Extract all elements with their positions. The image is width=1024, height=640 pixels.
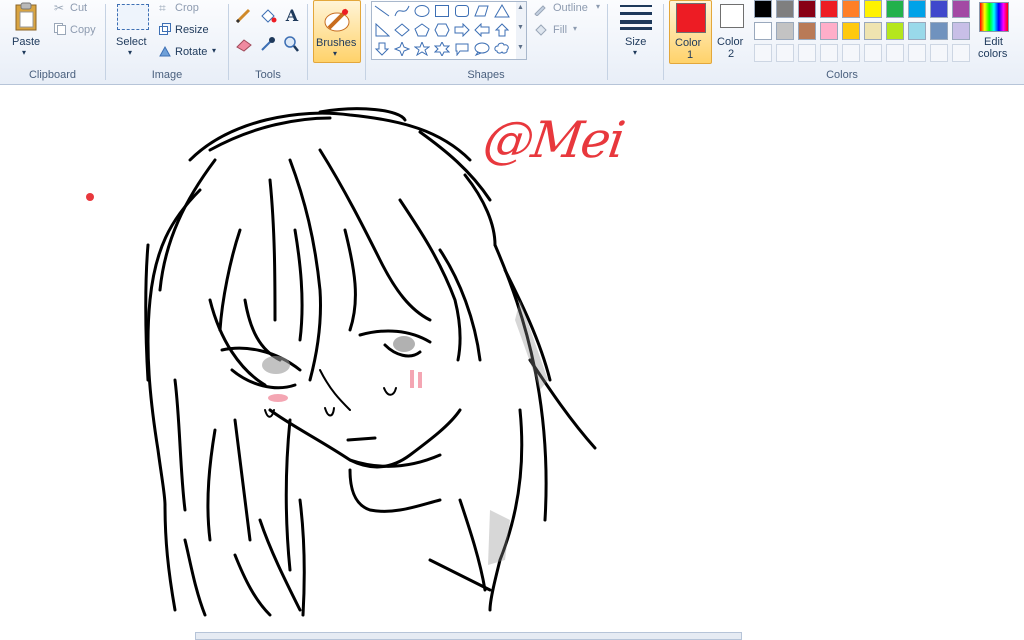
- paste-icon[interactable]: [11, 2, 41, 32]
- outline-button[interactable]: Outline: [553, 2, 588, 14]
- line-shape-icon[interactable]: [374, 4, 390, 18]
- diamond-shape-icon[interactable]: [394, 23, 410, 37]
- pentagon-shape-icon[interactable]: [414, 23, 430, 37]
- colors-group: Colors: [664, 0, 1020, 84]
- rotate-dropdown-icon[interactable]: ▾: [212, 46, 216, 55]
- shapes-scrollbar[interactable]: ▲ ▼ ▼: [516, 1, 527, 60]
- oval-shape-icon[interactable]: [414, 4, 430, 18]
- image-group-label: Image: [151, 69, 183, 81]
- clipboard-group: Paste ▾ ✂ Cut Copy Clipboard: [0, 0, 105, 84]
- polygon-shape-icon[interactable]: [474, 4, 490, 18]
- select-dropdown-icon[interactable]: ▾: [128, 48, 132, 57]
- paste-dropdown-icon[interactable]: ▾: [22, 48, 26, 57]
- scroll-up-icon[interactable]: ▲: [517, 4, 524, 11]
- scissors-icon: ✂: [54, 1, 65, 15]
- scroll-more-icon[interactable]: ▼: [517, 44, 524, 51]
- down-arrow-shape-icon[interactable]: [374, 42, 390, 56]
- fill-button[interactable]: Fill: [553, 24, 567, 36]
- right-triangle-shape-icon[interactable]: [374, 22, 391, 37]
- triangle-shape-icon[interactable]: [494, 4, 510, 18]
- oval-callout-shape-icon[interactable]: [474, 42, 490, 57]
- size-group[interactable]: Size ▾: [612, 0, 660, 84]
- rounded-rectangle-shape-icon[interactable]: [454, 4, 470, 18]
- crop-icon: ⌗: [159, 1, 166, 15]
- outline-icon: [533, 2, 547, 17]
- cloud-callout-shape-icon[interactable]: [494, 42, 510, 56]
- size-dropdown-icon[interactable]: ▾: [633, 48, 637, 57]
- brushes-dropdown-icon: ▾: [333, 49, 338, 58]
- curve-shape-icon[interactable]: [394, 4, 410, 18]
- ribbon: Paste ▾ ✂ Cut Copy Clipboard Select ▾ ⌗ …: [0, 0, 1024, 85]
- copy-button[interactable]: Copy: [70, 24, 96, 36]
- right-arrow-shape-icon[interactable]: [454, 22, 470, 38]
- size-lines-icon: [620, 4, 652, 30]
- rotate-icon: [159, 45, 171, 57]
- horizontal-scrollbar[interactable]: [195, 632, 742, 640]
- brushes-label: Brushes: [316, 37, 357, 49]
- rotate-button[interactable]: Rotate: [175, 46, 207, 58]
- tools-group-label: Tools: [255, 69, 281, 81]
- magnifier-icon[interactable]: [281, 34, 303, 54]
- eraser-icon[interactable]: [233, 34, 255, 54]
- rounded-callout-shape-icon[interactable]: [454, 42, 470, 57]
- five-point-star-shape-icon[interactable]: [413, 40, 431, 57]
- colors-group-label: Colors: [826, 69, 858, 81]
- four-point-star-shape-icon[interactable]: [393, 40, 411, 58]
- left-arrow-shape-icon[interactable]: [474, 22, 490, 38]
- image-group: Select ▾ ⌗ Crop Resize Rotate ▾ Image: [106, 0, 228, 84]
- resize-icon: [159, 23, 171, 35]
- select-icon[interactable]: [117, 4, 149, 30]
- tools-group: A Tools: [229, 0, 307, 84]
- drawing-canvas[interactable]: @Mei: [0, 85, 1024, 638]
- outline-dropdown-icon[interactable]: ▾: [596, 2, 600, 11]
- shapes-gallery: [371, 1, 518, 60]
- color-picker-icon[interactable]: [257, 34, 279, 54]
- copy-icon: [54, 23, 66, 35]
- clipboard-group-label: Clipboard: [28, 69, 77, 81]
- pencil-icon[interactable]: [233, 6, 255, 26]
- up-arrow-shape-icon[interactable]: [494, 23, 510, 37]
- crop-button[interactable]: Crop: [175, 2, 199, 14]
- rectangle-shape-icon[interactable]: [434, 4, 450, 18]
- brush-icon: [321, 4, 353, 34]
- fill-bucket-icon[interactable]: [257, 6, 279, 26]
- fill-dropdown-icon[interactable]: ▾: [573, 24, 577, 33]
- text-tool-icon[interactable]: A: [281, 6, 303, 26]
- stray-dot: [86, 193, 94, 201]
- signature-text: @Mei: [479, 111, 627, 169]
- select-button[interactable]: Select: [116, 36, 147, 48]
- cut-button[interactable]: Cut: [70, 2, 87, 14]
- scroll-down-icon[interactable]: ▼: [517, 24, 524, 31]
- hexagon-shape-icon[interactable]: [434, 23, 450, 37]
- fill-icon: [533, 23, 547, 37]
- size-button[interactable]: Size: [625, 36, 646, 48]
- paste-button[interactable]: Paste: [12, 36, 40, 48]
- shapes-group-label: Shapes: [467, 69, 505, 81]
- resize-button[interactable]: Resize: [175, 24, 209, 36]
- brushes-button[interactable]: Brushes ▾: [313, 0, 361, 63]
- six-point-star-shape-icon[interactable]: [433, 40, 451, 58]
